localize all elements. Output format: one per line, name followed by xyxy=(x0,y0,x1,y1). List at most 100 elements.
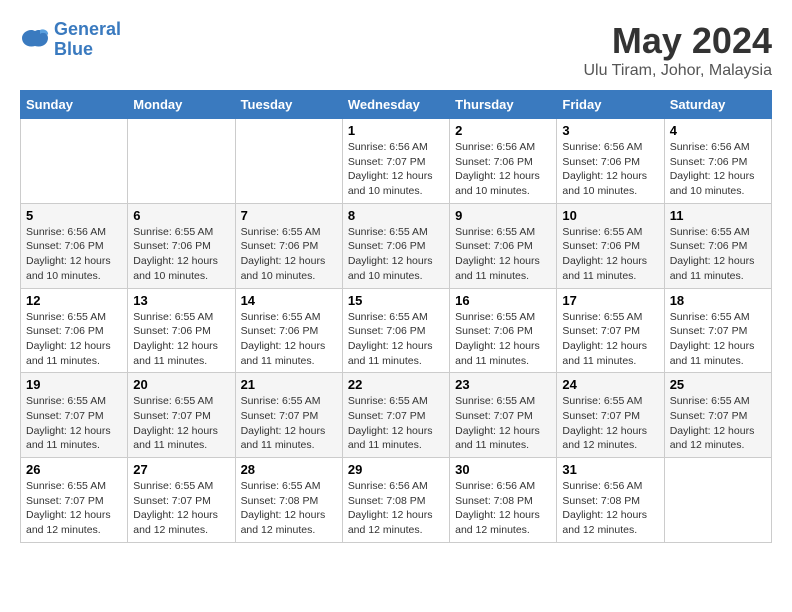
day-info: Sunrise: 6:56 AM Sunset: 7:06 PM Dayligh… xyxy=(562,140,658,199)
calendar-cell: 5 Sunrise: 6:56 AM Sunset: 7:06 PM Daylig… xyxy=(21,203,128,288)
day-info: Sunrise: 6:55 AM Sunset: 7:06 PM Dayligh… xyxy=(241,310,337,369)
calendar-cell: 25 Sunrise: 6:55 AM Sunset: 7:07 PM Dayli… xyxy=(664,373,771,458)
day-number: 13 xyxy=(133,293,229,308)
day-number: 21 xyxy=(241,377,337,392)
calendar-cell: 28 Sunrise: 6:55 AM Sunset: 7:08 PM Dayli… xyxy=(235,458,342,543)
day-info: Sunrise: 6:55 AM Sunset: 7:06 PM Dayligh… xyxy=(455,225,551,284)
title-area: May 2024 Ulu Tiram, Johor, Malaysia xyxy=(583,20,772,80)
day-header-thursday: Thursday xyxy=(450,91,557,119)
calendar-cell: 7Sunrise: 6:55 AM Sunset: 7:06 PM Daylig… xyxy=(235,203,342,288)
logo-text: General Blue xyxy=(54,20,121,60)
calendar-cell: 19Sunrise: 6:55 AM Sunset: 7:07 PM Dayli… xyxy=(21,373,128,458)
day-number: 24 xyxy=(562,377,658,392)
day-info: Sunrise: 6:56 AM Sunset: 7:06 PM Dayligh… xyxy=(670,140,766,199)
calendar-cell: 30 Sunrise: 6:56 AM Sunset: 7:08 PM Dayli… xyxy=(450,458,557,543)
day-info: Sunrise: 6:55 AM Sunset: 7:07 PM Dayligh… xyxy=(455,394,551,453)
calendar-cell: 10 Sunrise: 6:55 AM Sunset: 7:06 PM Dayli… xyxy=(557,203,664,288)
day-number: 12 xyxy=(26,293,122,308)
calendar-cell xyxy=(128,119,235,204)
day-number: 7 xyxy=(241,208,337,223)
day-number: 5 xyxy=(26,208,122,223)
day-info: Sunrise: 6:55 AM Sunset: 7:06 PM Dayligh… xyxy=(348,310,444,369)
calendar-week-row: 26Sunrise: 6:55 AM Sunset: 7:07 PM Dayli… xyxy=(21,458,772,543)
calendar-cell: 1 Sunrise: 6:56 AM Sunset: 7:07 PM Daylig… xyxy=(342,119,449,204)
day-number: 4 xyxy=(670,123,766,138)
day-number: 11 xyxy=(670,208,766,223)
calendar-cell: 16Sunrise: 6:55 AM Sunset: 7:06 PM Dayli… xyxy=(450,288,557,373)
day-info: Sunrise: 6:56 AM Sunset: 7:06 PM Dayligh… xyxy=(455,140,551,199)
calendar-cell: 23 Sunrise: 6:55 AM Sunset: 7:07 PM Dayli… xyxy=(450,373,557,458)
day-header-monday: Monday xyxy=(128,91,235,119)
day-number: 8 xyxy=(348,208,444,223)
day-number: 23 xyxy=(455,377,551,392)
calendar-cell xyxy=(664,458,771,543)
day-number: 31 xyxy=(562,462,658,477)
calendar-week-row: 19Sunrise: 6:55 AM Sunset: 7:07 PM Dayli… xyxy=(21,373,772,458)
day-number: 25 xyxy=(670,377,766,392)
day-number: 9 xyxy=(455,208,551,223)
day-number: 3 xyxy=(562,123,658,138)
calendar-cell xyxy=(21,119,128,204)
day-info: Sunrise: 6:55 AM Sunset: 7:07 PM Dayligh… xyxy=(348,394,444,453)
calendar-week-row: 1 Sunrise: 6:56 AM Sunset: 7:07 PM Daylig… xyxy=(21,119,772,204)
day-info: Sunrise: 6:55 AM Sunset: 7:07 PM Dayligh… xyxy=(133,394,229,453)
day-info: Sunrise: 6:56 AM Sunset: 7:08 PM Dayligh… xyxy=(562,479,658,538)
day-number: 18 xyxy=(670,293,766,308)
calendar-cell: 20Sunrise: 6:55 AM Sunset: 7:07 PM Dayli… xyxy=(128,373,235,458)
calendar-cell: 9 Sunrise: 6:55 AM Sunset: 7:06 PM Daylig… xyxy=(450,203,557,288)
calendar-cell: 2 Sunrise: 6:56 AM Sunset: 7:06 PM Daylig… xyxy=(450,119,557,204)
day-info: Sunrise: 6:56 AM Sunset: 7:06 PM Dayligh… xyxy=(26,225,122,284)
day-info: Sunrise: 6:55 AM Sunset: 7:06 PM Dayligh… xyxy=(562,225,658,284)
day-info: Sunrise: 6:56 AM Sunset: 7:08 PM Dayligh… xyxy=(348,479,444,538)
calendar-cell: 11Sunrise: 6:55 AM Sunset: 7:06 PM Dayli… xyxy=(664,203,771,288)
month-title: May 2024 xyxy=(583,20,772,62)
day-info: Sunrise: 6:55 AM Sunset: 7:07 PM Dayligh… xyxy=(133,479,229,538)
calendar-cell: 26Sunrise: 6:55 AM Sunset: 7:07 PM Dayli… xyxy=(21,458,128,543)
day-info: Sunrise: 6:55 AM Sunset: 7:07 PM Dayligh… xyxy=(670,394,766,453)
day-header-friday: Friday xyxy=(557,91,664,119)
calendar-cell xyxy=(235,119,342,204)
calendar-cell: 27 Sunrise: 6:55 AM Sunset: 7:07 PM Dayli… xyxy=(128,458,235,543)
logo: General Blue xyxy=(20,20,121,60)
day-number: 10 xyxy=(562,208,658,223)
calendar-cell: 14 Sunrise: 6:55 AM Sunset: 7:06 PM Dayli… xyxy=(235,288,342,373)
calendar-header-row: SundayMondayTuesdayWednesdayThursdayFrid… xyxy=(21,91,772,119)
day-header-sunday: Sunday xyxy=(21,91,128,119)
day-number: 6 xyxy=(133,208,229,223)
day-info: Sunrise: 6:55 AM Sunset: 7:06 PM Dayligh… xyxy=(26,310,122,369)
day-info: Sunrise: 6:55 AM Sunset: 7:07 PM Dayligh… xyxy=(562,394,658,453)
day-number: 14 xyxy=(241,293,337,308)
day-number: 17 xyxy=(562,293,658,308)
day-header-wednesday: Wednesday xyxy=(342,91,449,119)
day-info: Sunrise: 6:55 AM Sunset: 7:08 PM Dayligh… xyxy=(241,479,337,538)
day-info: Sunrise: 6:55 AM Sunset: 7:07 PM Dayligh… xyxy=(670,310,766,369)
calendar-week-row: 5 Sunrise: 6:56 AM Sunset: 7:06 PM Daylig… xyxy=(21,203,772,288)
page-header: General Blue May 2024 Ulu Tiram, Johor, … xyxy=(20,20,772,80)
day-header-tuesday: Tuesday xyxy=(235,91,342,119)
day-info: Sunrise: 6:55 AM Sunset: 7:07 PM Dayligh… xyxy=(241,394,337,453)
day-number: 1 xyxy=(348,123,444,138)
day-header-saturday: Saturday xyxy=(664,91,771,119)
calendar-cell: 29 Sunrise: 6:56 AM Sunset: 7:08 PM Dayli… xyxy=(342,458,449,543)
day-number: 15 xyxy=(348,293,444,308)
day-info: Sunrise: 6:55 AM Sunset: 7:06 PM Dayligh… xyxy=(133,225,229,284)
day-info: Sunrise: 6:55 AM Sunset: 7:07 PM Dayligh… xyxy=(26,479,122,538)
day-number: 16 xyxy=(455,293,551,308)
calendar-cell: 12 Sunrise: 6:55 AM Sunset: 7:06 PM Dayli… xyxy=(21,288,128,373)
day-number: 27 xyxy=(133,462,229,477)
calendar-cell: 22 Sunrise: 6:55 AM Sunset: 7:07 PM Dayli… xyxy=(342,373,449,458)
day-number: 28 xyxy=(241,462,337,477)
calendar-cell: 31 Sunrise: 6:56 AM Sunset: 7:08 PM Dayli… xyxy=(557,458,664,543)
day-info: Sunrise: 6:56 AM Sunset: 7:08 PM Dayligh… xyxy=(455,479,551,538)
calendar-cell: 24 Sunrise: 6:55 AM Sunset: 7:07 PM Dayli… xyxy=(557,373,664,458)
calendar-cell: 13Sunrise: 6:55 AM Sunset: 7:06 PM Dayli… xyxy=(128,288,235,373)
day-number: 30 xyxy=(455,462,551,477)
calendar-table: SundayMondayTuesdayWednesdayThursdayFrid… xyxy=(20,90,772,543)
calendar-cell: 4 Sunrise: 6:56 AM Sunset: 7:06 PM Daylig… xyxy=(664,119,771,204)
day-info: Sunrise: 6:56 AM Sunset: 7:07 PM Dayligh… xyxy=(348,140,444,199)
calendar-cell: 6 Sunrise: 6:55 AM Sunset: 7:06 PM Daylig… xyxy=(128,203,235,288)
day-number: 29 xyxy=(348,462,444,477)
calendar-cell: 8Sunrise: 6:55 AM Sunset: 7:06 PM Daylig… xyxy=(342,203,449,288)
day-number: 2 xyxy=(455,123,551,138)
day-number: 22 xyxy=(348,377,444,392)
